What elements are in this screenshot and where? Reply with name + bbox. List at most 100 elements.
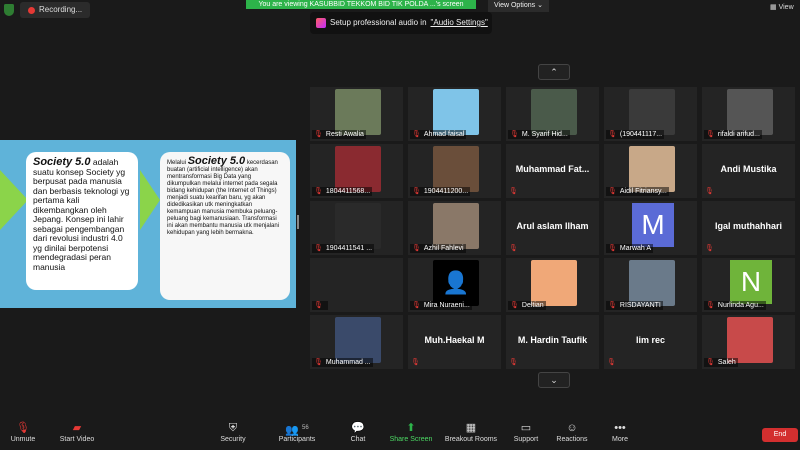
participant-name: Muhammad Fat...: [515, 164, 590, 174]
panel-resize-handle[interactable]: [297, 215, 299, 229]
participant-video: [629, 146, 675, 192]
participant-tile[interactable]: 🎙 1804411568...: [309, 143, 404, 199]
participant-tile[interactable]: 🎙 (190441117...: [603, 86, 698, 142]
participant-video: [433, 203, 479, 249]
participants-count: 56: [302, 425, 309, 431]
participant-tile[interactable]: 🎙 Aidil Fitriansy...: [603, 143, 698, 199]
view-button[interactable]: ▦ View: [770, 3, 794, 11]
audio-settings-tip[interactable]: Setup professional audio in "Audio Setti…: [310, 12, 492, 34]
audio-settings-link[interactable]: "Audio Settings": [431, 12, 488, 34]
participant-video: [335, 89, 381, 135]
recording-label: Recording...: [39, 5, 83, 14]
participant-name: M. Syarif Hid...: [521, 131, 568, 138]
security-button[interactable]: ⛨ Security: [198, 422, 268, 443]
participant-name-tag: 🎙: [312, 301, 328, 310]
muted-microphone-icon: 🎙: [314, 359, 323, 366]
muted-microphone-icon: 🎙: [607, 359, 616, 366]
participant-tile[interactable]: Andi Mustika 🎙: [701, 143, 796, 199]
participants-button[interactable]: 👥 56 Participants: [262, 422, 332, 443]
participant-initial: M: [632, 203, 674, 247]
participant-name: Andi Mustika: [720, 164, 777, 174]
slide-right-text: kecerdasan buatan (artificial intelligen…: [167, 160, 280, 236]
participant-name-tag: 🎙 Resti Awalia: [312, 130, 366, 139]
participant-tile[interactable]: 🎙 RISDAYANTI: [603, 257, 698, 313]
participant-name-tag: 🎙 Nurlinda Agu...: [704, 301, 766, 310]
muted-microphone-icon: 🎙: [510, 131, 519, 138]
participant-tile[interactable]: 🎙 Ahmad faisal: [407, 86, 502, 142]
participant-tile[interactable]: 🎙 Azhil Fahlevi: [407, 200, 502, 256]
participant-name: Saleh: [717, 359, 736, 366]
participant-tile[interactable]: 🎙 rifaldi arifud...: [701, 86, 796, 142]
muted-microphone-icon: 🎙: [314, 131, 323, 138]
participant-tile[interactable]: Muhammad Fat... 🎙: [505, 143, 600, 199]
muted-microphone-icon: 🎙: [510, 302, 519, 309]
recording-indicator[interactable]: Recording...: [20, 2, 91, 18]
participant-name-tag: 🎙 Azhil Fahlevi: [410, 244, 466, 253]
participant-name-tag: 🎙 rifaldi arifud...: [704, 130, 762, 139]
gallery-page-down-button[interactable]: ⌄: [538, 372, 570, 388]
muted-microphone-icon: 🎙: [706, 359, 715, 366]
participant-video: [433, 146, 479, 192]
participant-tile[interactable]: Muh.Haekal M 🎙: [407, 314, 502, 370]
participant-video: [629, 260, 675, 306]
participant-tile[interactable]: lim rec 🎙: [603, 314, 698, 370]
participant-tile[interactable]: 🎙 Saleh: [701, 314, 796, 370]
shared-screen[interactable]: Society 5.0 adalah suatu konsep Society …: [0, 140, 296, 308]
audio-tip-text: Setup professional audio in: [330, 18, 427, 27]
participant-name-tag: 🎙 1904411200...: [410, 187, 471, 196]
shield-icon: ⛨: [228, 422, 238, 434]
muted-microphone-icon: 🎙: [509, 359, 518, 366]
participant-name-tag: 🎙 1804411568...: [312, 187, 373, 196]
participant-name: Igal muthahhari: [714, 221, 782, 231]
viewing-banner: You are viewing KASUBBID TEKKOM BID TIK …: [246, 0, 476, 9]
breakout-rooms-label: Breakout Rooms: [444, 436, 498, 443]
participant-tile[interactable]: 🎙 1904411200...: [407, 143, 502, 199]
participant-tile[interactable]: M 🎙 Marwah A: [603, 200, 698, 256]
view-options-button[interactable]: View Options ⌄: [488, 0, 549, 12]
slide-right-keyword: Society 5.0: [187, 155, 246, 167]
more-button[interactable]: ••• More: [585, 422, 655, 443]
start-video-button[interactable]: ▰ Start Video: [42, 422, 112, 443]
start-video-label: Start Video: [59, 436, 95, 443]
muted-microphone-icon: 🎙: [412, 188, 421, 195]
participant-tile[interactable]: 🎙: [309, 257, 404, 313]
muted-microphone-icon: 🎙: [608, 245, 617, 252]
participant-name: Nurlinda Agu...: [717, 302, 764, 309]
participant-tile[interactable]: N 🎙 Nurlinda Agu...: [701, 257, 796, 313]
participant-initial: N: [730, 260, 772, 304]
view-options-label: View Options: [494, 2, 536, 9]
participant-video: [335, 203, 381, 249]
participant-name: Resti Awalia: [325, 131, 364, 138]
participant-name-tag: 🎙 Mira Nuraeni...: [410, 301, 472, 310]
participant-tile[interactable]: 🎙 M. Syarif Hid...: [505, 86, 600, 142]
participant-tile[interactable]: 🎙 Muhammad ...: [309, 314, 404, 370]
participant-tile[interactable]: M. Hardin Taufik 🎙: [505, 314, 600, 370]
participant-tile[interactable]: Igal muthahhari 🎙: [701, 200, 796, 256]
participant-name-tag: 🎙 Ahmad faisal: [410, 130, 467, 139]
participant-name: Muhammad ...: [325, 359, 371, 366]
participant-name-tag: 🎙 RISDAYANTI: [606, 301, 663, 310]
participant-name-tag: 🎙 Saleh: [704, 358, 738, 367]
participant-tile[interactable]: 🎙 1904411541 ...: [309, 200, 404, 256]
participant-name-tag: 🎙 1904411541 ...: [312, 244, 375, 253]
gallery-page-up-button[interactable]: ⌃: [538, 64, 570, 80]
chat-label: Chat: [350, 436, 366, 443]
end-meeting-button[interactable]: End: [762, 428, 798, 442]
participant-tile[interactable]: Arul aslam Ilham 🎙: [505, 200, 600, 256]
support-label: Support: [513, 436, 539, 443]
participant-tile[interactable]: 👤 🎙 Mira Nuraeni...: [407, 257, 502, 313]
participant-tile[interactable]: 🎙 Deltian: [505, 257, 600, 313]
participant-name: Arul aslam Ilham: [516, 221, 589, 231]
participant-name-tag: 🎙 Aidil Fitriansy...: [606, 187, 669, 196]
muted-microphone-icon: 🎙: [705, 245, 714, 252]
meeting-toolbar: 🎙 Unmute ▰ Start Video ⛨ Security 👥 56 P…: [0, 420, 800, 450]
grid-icon: ▦: [770, 4, 777, 11]
muted-microphone-icon: 🎙: [412, 131, 421, 138]
slide-card-right: Melalui Society 5.0 kecerdasan buatan (a…: [160, 152, 290, 300]
participant-tile[interactable]: 🎙 Resti Awalia: [309, 86, 404, 142]
view-label: View: [778, 4, 794, 11]
people-icon: 👥 56: [285, 424, 309, 437]
muted-microphone-icon: 🎙: [314, 245, 323, 252]
chevron-up-icon: ⌃: [550, 67, 558, 77]
shield-icon[interactable]: [4, 4, 14, 16]
